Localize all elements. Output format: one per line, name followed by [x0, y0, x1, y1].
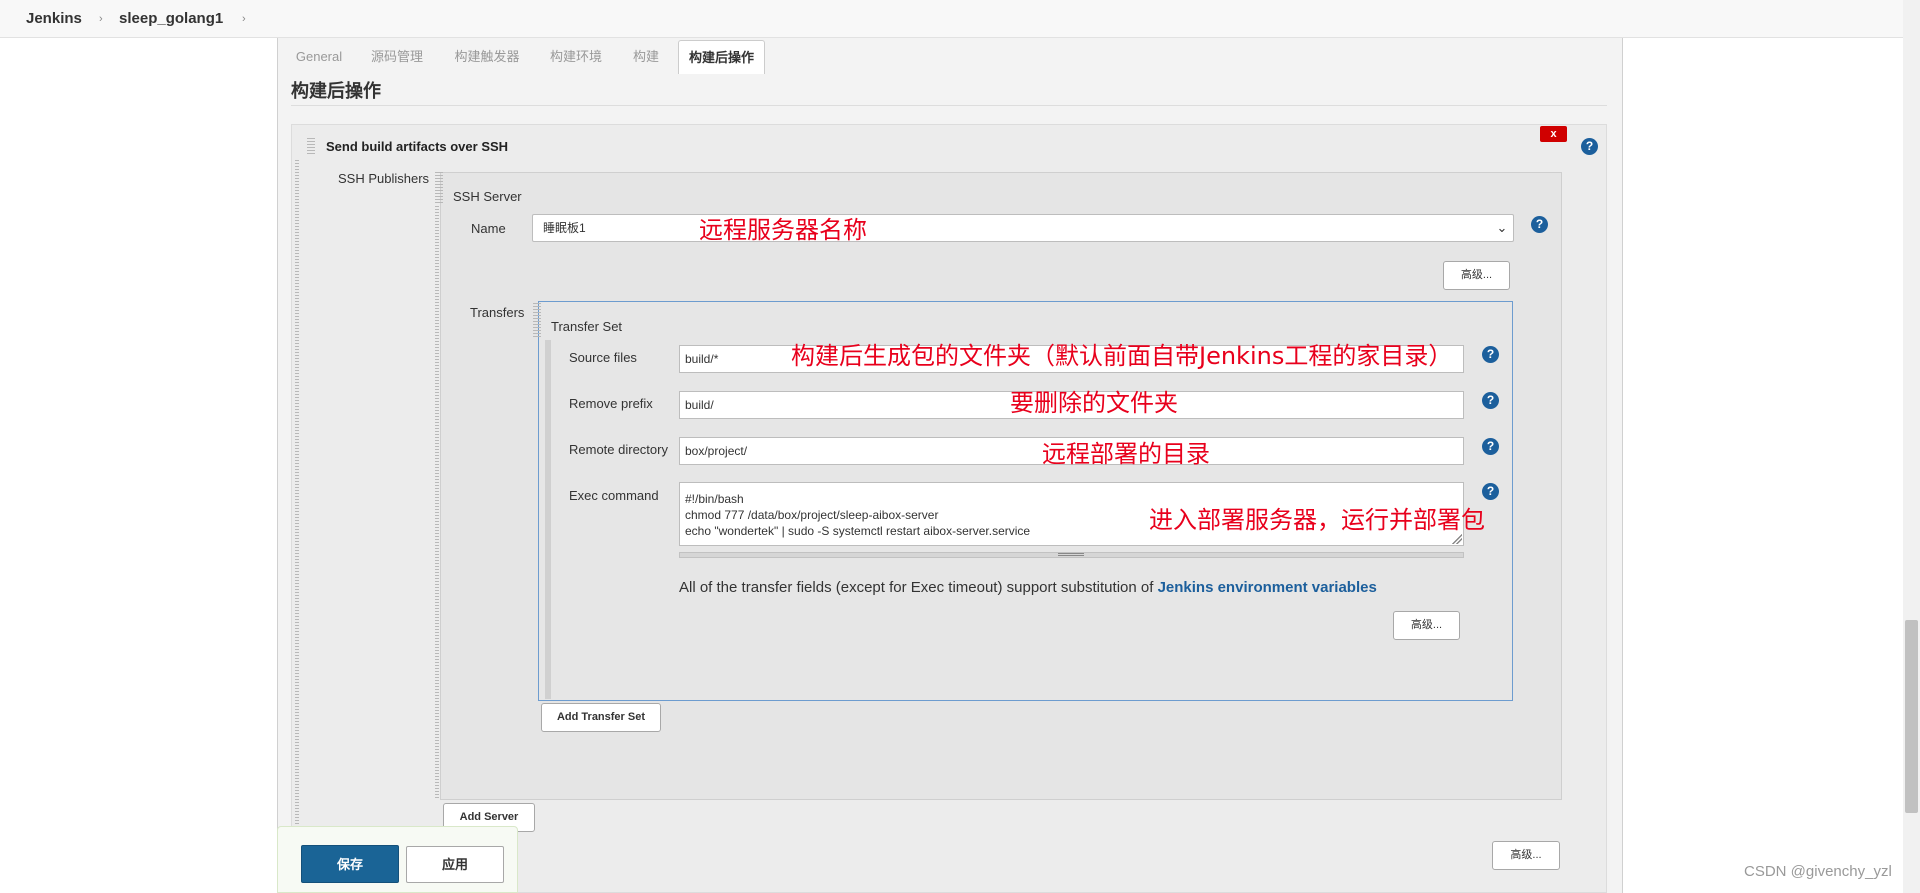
tab-post-build-actions[interactable]: 构建后操作: [678, 40, 765, 74]
help-icon[interactable]: ?: [1482, 346, 1499, 363]
publisher-title: Send build artifacts over SSH: [326, 139, 509, 154]
annotation-source-files: 构建后生成包的文件夹（默认前面自带Jenkins工程的家目录）: [791, 342, 1453, 370]
annotation-exec-command: 进入部署服务器，运行并部署包: [1149, 506, 1485, 534]
scrollbar-thumb[interactable]: [1905, 620, 1918, 813]
transfer-set-label: Transfer Set: [551, 319, 623, 334]
transfer-set-rail: [545, 340, 551, 699]
drag-handle-icon[interactable]: [435, 172, 443, 204]
watermark: CSDN @givenchy_yzl: [1744, 863, 1892, 880]
ssh-server-label: SSH Server: [453, 189, 522, 204]
name-label: Name: [471, 221, 506, 236]
grip-icon[interactable]: [1058, 553, 1084, 557]
help-icon[interactable]: ?: [1482, 438, 1499, 455]
annotation-remote-directory: 远程部署的目录: [1042, 440, 1210, 468]
publisher-advanced-button[interactable]: 高级...: [1492, 841, 1560, 870]
hint-text: All of the transfer fields (except for E…: [679, 579, 1158, 596]
delete-publisher-button[interactable]: x: [1540, 126, 1567, 142]
server-name-select[interactable]: 睡眠板1: [532, 214, 1514, 242]
tab-source-management[interactable]: 源码管理: [362, 40, 432, 74]
apply-button[interactable]: 应用: [406, 846, 504, 883]
advanced-button[interactable]: 高级...: [1443, 261, 1510, 290]
drag-handle-icon[interactable]: [307, 138, 315, 156]
breadcrumb-separator-icon[interactable]: ›: [99, 0, 103, 38]
add-transfer-set-button[interactable]: Add Transfer Set: [541, 703, 661, 732]
jenkins-env-vars-link[interactable]: Jenkins environment variables: [1158, 579, 1377, 596]
save-button[interactable]: 保存: [301, 845, 399, 883]
help-icon[interactable]: ?: [1581, 138, 1598, 155]
drag-handle-icon[interactable]: [533, 303, 541, 337]
tab-general[interactable]: General: [288, 40, 350, 74]
section-title: 构建后操作: [291, 81, 381, 101]
transfer-advanced-button[interactable]: 高级...: [1393, 611, 1460, 640]
chevron-down-icon[interactable]: ⌄: [1492, 214, 1512, 242]
help-icon[interactable]: ?: [1482, 392, 1499, 409]
ssh-server-drag-rail[interactable]: [435, 206, 439, 798]
substitution-hint: All of the transfer fields (except for E…: [679, 578, 1377, 598]
breadcrumb-jenkins[interactable]: Jenkins: [26, 0, 82, 38]
breadcrumb-separator-icon[interactable]: ›: [242, 0, 246, 38]
exec-command-label: Exec command: [569, 488, 659, 503]
annotation-remove-prefix: 要删除的文件夹: [1010, 389, 1178, 417]
section-divider: [291, 105, 1607, 106]
remove-prefix-label: Remove prefix: [569, 396, 653, 411]
help-icon[interactable]: ?: [1531, 216, 1548, 233]
annotation-server-name: 远程服务器名称: [699, 216, 867, 244]
ssh-publishers-label: SSH Publishers: [338, 171, 430, 186]
tab-build[interactable]: 构建: [624, 40, 668, 74]
top-bar: [0, 0, 1920, 38]
transfers-label: Transfers: [470, 305, 525, 320]
remote-directory-label: Remote directory: [569, 442, 668, 457]
publisher-drag-rail[interactable]: [295, 160, 299, 830]
tab-build-environment[interactable]: 构建环境: [542, 40, 610, 74]
breadcrumb-job[interactable]: sleep_golang1: [119, 0, 223, 38]
help-icon[interactable]: ?: [1482, 483, 1499, 500]
tab-build-triggers[interactable]: 构建触发器: [446, 40, 528, 74]
textarea-resize-icon[interactable]: [1452, 534, 1462, 544]
source-files-label: Source files: [569, 350, 637, 365]
